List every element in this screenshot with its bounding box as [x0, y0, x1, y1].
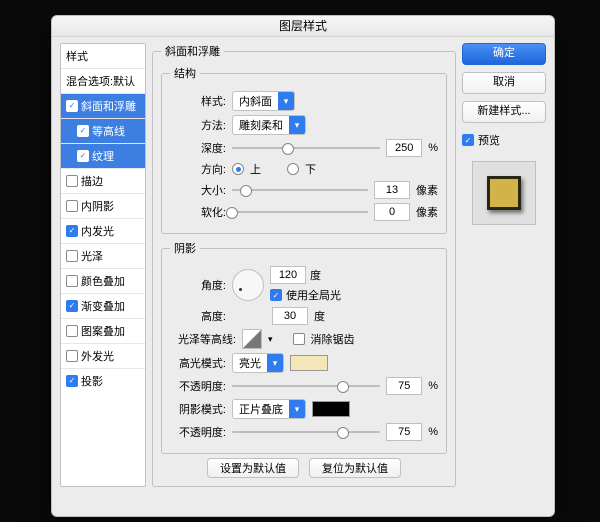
dialog-title: 图层样式	[52, 16, 554, 37]
gloss-contour-picker[interactable]	[242, 329, 262, 349]
checkbox-icon[interactable]	[66, 300, 78, 312]
sidebar-item[interactable]: 纹理	[61, 143, 145, 168]
sidebar-item-label: 图案叠加	[81, 323, 125, 339]
sidebar-item[interactable]: 颜色叠加	[61, 268, 145, 293]
direction-label: 方向:	[170, 161, 226, 177]
soften-label: 软化:	[170, 204, 226, 220]
sidebar-item[interactable]: 图案叠加	[61, 318, 145, 343]
bevel-emboss-group: 斜面和浮雕 结构 样式: 内斜面 ▾ 方法:	[152, 43, 456, 487]
preview-checkbox[interactable]	[462, 134, 474, 146]
preview-chip-icon	[487, 176, 521, 210]
depth-input[interactable]	[386, 139, 422, 157]
sh-opacity-input[interactable]	[386, 423, 422, 441]
chevron-down-icon: ▾	[289, 116, 305, 134]
direction-down-radio[interactable]	[287, 163, 299, 175]
sidebar-item-label: 投影	[81, 373, 103, 389]
chevron-down-icon: ▾	[278, 92, 294, 110]
sidebar-item-label: 描边	[81, 173, 103, 189]
checkbox-icon[interactable]	[66, 175, 78, 187]
size-label: 大小:	[170, 182, 226, 198]
sidebar-header: 样式	[61, 44, 145, 68]
ok-button[interactable]: 确定	[462, 43, 546, 65]
angle-dial[interactable]	[232, 269, 264, 301]
depth-slider[interactable]	[232, 141, 380, 155]
soften-slider[interactable]	[232, 205, 368, 219]
preview-label: 预览	[478, 132, 500, 148]
angle-label: 角度:	[170, 277, 226, 293]
checkbox-icon[interactable]	[66, 275, 78, 287]
sidebar-item-label: 等高线	[92, 123, 125, 139]
sidebar-item[interactable]: 渐变叠加	[61, 293, 145, 318]
altitude-input[interactable]	[272, 307, 308, 325]
altitude-label: 高度:	[170, 308, 226, 324]
size-slider[interactable]	[232, 183, 368, 197]
style-sidebar: 样式 混合选项:默认斜面和浮雕等高线纹理描边内阴影内发光光泽颜色叠加渐变叠加图案…	[60, 43, 146, 487]
sidebar-item-label: 内发光	[81, 223, 114, 239]
sidebar-item[interactable]: 光泽	[61, 243, 145, 268]
sidebar-item-label: 内阴影	[81, 198, 114, 214]
sidebar-item[interactable]: 投影	[61, 368, 145, 393]
cancel-button[interactable]: 取消	[462, 72, 546, 94]
sidebar-item-label: 纹理	[92, 148, 114, 164]
checkbox-icon[interactable]	[66, 200, 78, 212]
gloss-contour-label: 光泽等高线:	[170, 331, 236, 347]
new-style-button[interactable]: 新建样式...	[462, 101, 546, 123]
shadow-mode-select[interactable]: 正片叠底 ▾	[232, 399, 306, 419]
structure-group: 结构 样式: 内斜面 ▾ 方法: 雕刻柔和	[161, 65, 447, 234]
layer-style-dialog: 图层样式 样式 混合选项:默认斜面和浮雕等高线纹理描边内阴影内发光光泽颜色叠加渐…	[51, 15, 555, 517]
sidebar-item[interactable]: 内发光	[61, 218, 145, 243]
sidebar-item-label: 混合选项:默认	[66, 73, 135, 89]
checkbox-icon[interactable]	[66, 250, 78, 262]
sidebar-item-label: 颜色叠加	[81, 273, 125, 289]
sidebar-item-label: 渐变叠加	[81, 298, 125, 314]
antialias-checkbox[interactable]	[293, 333, 305, 345]
checkbox-icon[interactable]	[66, 100, 78, 112]
highlight-mode-select[interactable]: 亮光 ▾	[232, 353, 284, 373]
group-legend: 斜面和浮雕	[161, 43, 224, 59]
reset-default-button[interactable]: 复位为默认值	[309, 458, 401, 478]
checkbox-icon[interactable]	[66, 225, 78, 237]
main-panel: 斜面和浮雕 结构 样式: 内斜面 ▾ 方法:	[152, 43, 456, 487]
sidebar-item-label: 外发光	[81, 348, 114, 364]
direction-up-radio[interactable]	[232, 163, 244, 175]
preview-thumbnail	[472, 161, 536, 225]
hl-opacity-label: 不透明度:	[170, 378, 226, 394]
global-light-checkbox[interactable]	[270, 289, 282, 301]
shadow-mode-label: 阴影模式:	[170, 401, 226, 417]
style-label: 样式:	[170, 93, 226, 109]
highlight-mode-label: 高光模式:	[170, 355, 226, 371]
make-default-button[interactable]: 设置为默认值	[207, 458, 299, 478]
hl-opacity-input[interactable]	[386, 377, 422, 395]
hl-opacity-slider[interactable]	[232, 379, 380, 393]
checkbox-icon[interactable]	[66, 375, 78, 387]
sh-opacity-label: 不透明度:	[170, 424, 226, 440]
highlight-color-swatch[interactable]	[290, 355, 328, 371]
shadow-color-swatch[interactable]	[312, 401, 350, 417]
checkbox-icon[interactable]	[66, 350, 78, 362]
soften-input[interactable]	[374, 203, 410, 221]
sidebar-item[interactable]: 描边	[61, 168, 145, 193]
sidebar-item[interactable]: 外发光	[61, 343, 145, 368]
chevron-down-icon: ▾	[289, 400, 305, 418]
sidebar-item[interactable]: 内阴影	[61, 193, 145, 218]
style-select[interactable]: 内斜面 ▾	[232, 91, 295, 111]
sh-opacity-slider[interactable]	[232, 425, 380, 439]
method-label: 方法:	[170, 117, 226, 133]
sidebar-item[interactable]: 斜面和浮雕	[61, 93, 145, 118]
sidebar-item-label: 斜面和浮雕	[81, 98, 136, 114]
chevron-down-icon[interactable]: ▾	[268, 334, 273, 345]
sidebar-item-label: 光泽	[81, 248, 103, 264]
sidebar-item[interactable]: 等高线	[61, 118, 145, 143]
right-column: 确定 取消 新建样式... 预览	[462, 43, 546, 487]
method-select[interactable]: 雕刻柔和 ▾	[232, 115, 306, 135]
chevron-down-icon: ▾	[267, 354, 283, 372]
size-input[interactable]	[374, 181, 410, 199]
checkbox-icon[interactable]	[66, 325, 78, 337]
checkbox-icon[interactable]	[77, 125, 89, 137]
depth-label: 深度:	[170, 140, 226, 156]
shading-group: 阴影 角度: 度 使用全局光	[161, 240, 447, 454]
checkbox-icon[interactable]	[77, 150, 89, 162]
angle-input[interactable]	[270, 266, 306, 284]
sidebar-item[interactable]: 混合选项:默认	[61, 68, 145, 93]
